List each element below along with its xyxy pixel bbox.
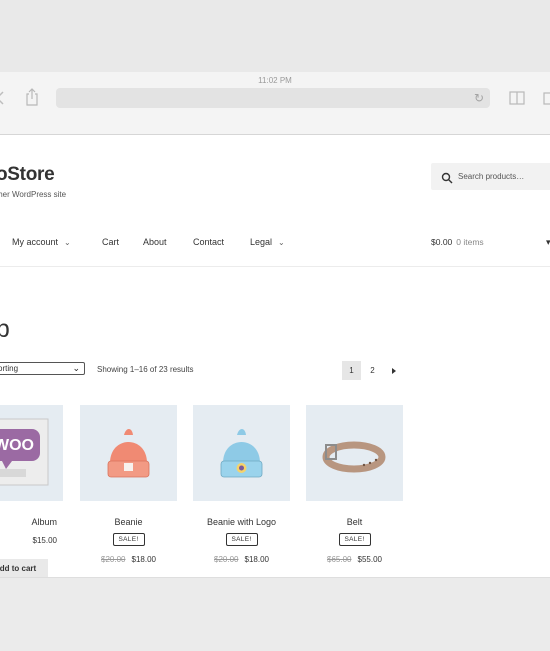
product-card-beanie-with-logo[interactable]: Beanie with Logo SALE! $20.00 $18.00 <box>193 405 290 564</box>
old-price: $65.00 <box>327 555 352 564</box>
next-page-icon[interactable] <box>384 361 403 380</box>
product-name[interactable]: Beanie <box>80 517 177 527</box>
page-title: op <box>0 315 10 343</box>
chevron-down-icon: ⌄ <box>64 237 71 247</box>
nav-item-my-account[interactable]: My account ⌄ <box>12 237 71 247</box>
search-icon <box>441 171 453 183</box>
old-price: $20.00 <box>101 555 126 564</box>
page-2[interactable]: 2 <box>363 361 382 380</box>
page-1[interactable]: 1 <box>342 361 361 380</box>
result-count: Showing 1–16 of 23 results <box>97 365 194 374</box>
nav-item-about[interactable]: About <box>143 237 167 247</box>
sale-price: $18.00 <box>131 555 156 564</box>
product-image[interactable] <box>193 405 290 501</box>
nav-label: About <box>143 237 167 247</box>
sale-price: $55.00 <box>357 555 382 564</box>
share-icon[interactable] <box>24 86 40 108</box>
back-icon[interactable] <box>0 88 6 108</box>
nav-item-legal[interactable]: Legal ⌄ <box>250 237 285 247</box>
sale-price: $18.00 <box>244 555 269 564</box>
cart-item-count: 0 items <box>456 237 484 247</box>
product-name[interactable]: Album <box>0 517 63 527</box>
product-image[interactable]: WOO <box>0 405 63 501</box>
status-time: 11:02 PM <box>258 76 292 85</box>
sale-badge: SALE! <box>225 533 258 546</box>
search-field[interactable]: Search products… <box>431 163 550 190</box>
pagination: 1 2 <box>342 361 403 380</box>
product-price: $65.00 $55.00 <box>306 555 403 564</box>
reload-icon[interactable]: ↻ <box>474 91 484 105</box>
desktop-background-bottom <box>0 577 550 651</box>
add-to-cart-button[interactable]: dd to cart <box>0 559 48 577</box>
product-card-album[interactable]: WOO Album $15.00 <box>0 405 63 545</box>
new-tab-icon[interactable] <box>540 86 550 108</box>
header-divider <box>0 266 550 267</box>
product-price: $15.00 <box>32 536 57 545</box>
nav-label: My account <box>12 237 59 247</box>
svg-text:WOO: WOO <box>0 437 34 454</box>
product-image[interactable] <box>80 405 177 501</box>
chevron-down-icon: ⌄ <box>278 237 285 247</box>
nav-item-contact[interactable]: Contact <box>193 237 224 247</box>
nav-label: Legal <box>250 237 273 247</box>
site-title[interactable]: oStore <box>0 164 55 186</box>
product-price: $20.00 $18.00 <box>80 555 177 564</box>
cart-dropdown-icon[interactable]: ▾ <box>546 237 550 248</box>
nav-label: Cart <box>102 237 120 247</box>
nav-label: Contact <box>193 237 225 247</box>
sort-select-value: sorting <box>0 364 19 373</box>
sale-badge: SALE! <box>338 533 371 546</box>
product-name[interactable]: Beanie with Logo <box>193 517 290 527</box>
product-price: $20.00 $18.00 <box>193 555 290 564</box>
product-card-belt[interactable]: Belt SALE! $65.00 $55.00 <box>306 405 403 564</box>
nav-item-cart[interactable]: Cart <box>102 237 119 247</box>
header-cart[interactable]: $0.00 0 items <box>431 237 484 247</box>
web-page: oStore ther WordPress site Search produc… <box>0 135 550 577</box>
address-bar[interactable]: ↻ <box>56 88 490 108</box>
browser-toolbar: 11:02 PM ↻ <box>0 72 550 135</box>
chevron-down-icon: ⌄ <box>72 363 80 373</box>
old-price: $20.00 <box>214 555 239 564</box>
product-card-beanie[interactable]: Beanie SALE! $20.00 $18.00 <box>80 405 177 564</box>
sale-badge: SALE! <box>112 533 145 546</box>
site-description: ther WordPress site <box>0 190 67 199</box>
cart-total-amount: $0.00 <box>431 237 453 247</box>
product-name[interactable]: Belt <box>306 517 403 527</box>
sidebar-icon[interactable] <box>508 88 526 108</box>
product-image[interactable] <box>306 405 403 501</box>
search-placeholder: Search products… <box>458 172 525 181</box>
desktop-background <box>0 0 550 72</box>
sort-select[interactable]: sorting ⌄ <box>0 362 85 375</box>
